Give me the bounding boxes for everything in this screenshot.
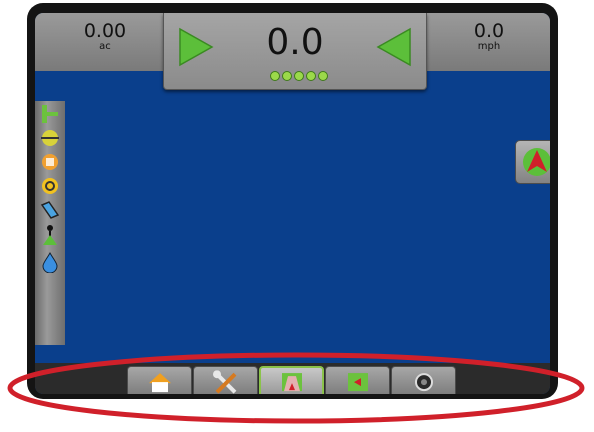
speed-value: 0.0	[473, 20, 505, 42]
tank-level-icon[interactable]	[39, 251, 61, 273]
boom-status-icon[interactable]	[39, 127, 61, 149]
lightbar-led	[270, 71, 280, 81]
tab-vehicle-view[interactable]	[259, 366, 324, 394]
lightbar-leds	[270, 71, 328, 81]
tab-tools[interactable]	[193, 366, 258, 394]
tab-home[interactable]	[127, 366, 192, 394]
area-unit: ac	[99, 41, 111, 52]
gnss-antenna-icon[interactable]	[39, 223, 61, 247]
tilt-icon[interactable]	[39, 199, 61, 221]
vehicle-view-icon	[523, 148, 550, 176]
vehicle-view-tab-icon	[281, 373, 302, 392]
steer-left-icon	[376, 27, 411, 67]
lightbar-led	[294, 71, 304, 81]
speed-unit: mph	[477, 41, 501, 52]
tab-camera[interactable]	[391, 366, 456, 394]
tools-icon	[212, 369, 236, 394]
area-readout[interactable]: 0.00 ac	[55, 21, 155, 53]
implement-status-icon[interactable]	[39, 103, 61, 125]
rate-control-icon[interactable]	[39, 151, 61, 173]
guidance-bar[interactable]: 0.0	[163, 13, 427, 90]
bottom-navigation-bar	[35, 363, 550, 394]
home-icon	[148, 372, 171, 392]
lightbar-led	[282, 71, 292, 81]
auto-steer-icon[interactable]	[39, 175, 61, 197]
tab-field-view[interactable]	[325, 366, 390, 394]
status-rail	[35, 101, 65, 345]
lightbar-led	[318, 71, 328, 81]
field-view-icon	[347, 372, 368, 391]
lightbar-led	[306, 71, 316, 81]
nav-tabs	[127, 366, 456, 394]
vehicle-view-button[interactable]	[515, 140, 550, 184]
console-screen: 0.00 ac 0.0 mph 0.0	[35, 13, 550, 394]
speed-readout[interactable]: 0.0 mph	[439, 21, 539, 53]
area-value: 0.00	[83, 20, 127, 42]
camera-icon	[414, 372, 433, 391]
